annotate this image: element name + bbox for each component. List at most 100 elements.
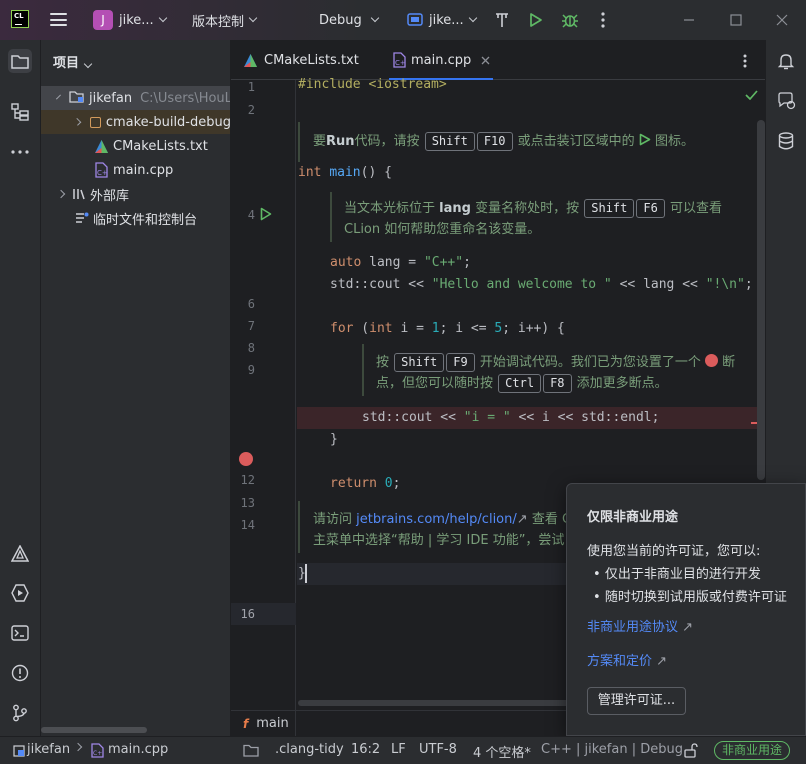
tab-cmakelists[interactable]: CMakeLists.txt <box>243 40 373 80</box>
status-cursor-position[interactable]: 16:2 <box>351 742 380 757</box>
plans-pricing-link[interactable]: 方案和定价 ↗ <box>587 650 667 669</box>
tree-item-cmakelists[interactable]: CMakeLists.txt <box>41 134 230 158</box>
services-tool-button[interactable] <box>8 581 32 605</box>
popup-bullet-text: 随时切换到试用版或付费许可证 <box>604 590 787 605</box>
terminal-tool-button[interactable] <box>8 621 32 645</box>
line-number: 8 <box>247 341 255 355</box>
expand-arrow-icon[interactable] <box>56 189 66 199</box>
build-hammer-icon[interactable] <box>494 12 510 28</box>
vertical-scrollbar[interactable] <box>757 120 765 480</box>
tree-item-external-libs[interactable]: 外部库 <box>41 182 230 206</box>
manage-license-button[interactable]: 管理许可证... <box>587 687 686 715</box>
main-menu-icon[interactable] <box>50 13 67 26</box>
code-line-cout-hello[interactable]: std::cout << "Hello and welcome to " << … <box>330 277 753 292</box>
folder-icon <box>11 54 29 69</box>
tip-text: 添加更多断点。 <box>576 376 668 391</box>
expand-arrow-icon[interactable] <box>73 118 82 126</box>
status-context[interactable]: C++ | jikefan | Debug <box>541 742 683 757</box>
tree-item-cmake-build-debug[interactable]: cmake-build-debug <box>41 110 230 134</box>
cmake-tool-button[interactable] <box>8 542 32 566</box>
line-number: 1 <box>247 80 255 94</box>
noncommercial-agreement-link[interactable]: 非商业用途协议 ↗ <box>587 616 693 635</box>
code-line-for[interactable]: for (int i = 1; i <= 5; i++) { <box>330 321 565 336</box>
code-token: ( <box>353 321 370 336</box>
vcs-tool-button[interactable] <box>8 701 32 725</box>
more-tools-button[interactable] <box>8 140 32 164</box>
tree-item-label: 临时文件和控制台 <box>93 212 198 228</box>
kbd-key: F8 <box>543 374 572 393</box>
kbd-key: Shift <box>424 132 475 151</box>
popup-bullet: • 随时切换到试用版或付费许可证 <box>593 590 787 605</box>
vcs-menu[interactable]: 版本控制 <box>192 0 258 40</box>
license-status-badge[interactable]: 非商业用途 <box>714 741 791 760</box>
project-panel-header[interactable]: 项目 <box>53 52 93 71</box>
tip-text: 请访问 <box>313 512 353 527</box>
kbd-key: Shift <box>584 199 635 218</box>
editor-horizontal-scrollbar[interactable] <box>298 700 578 706</box>
status-indent[interactable]: 4 个空格* <box>473 742 531 761</box>
tab-actions-icon[interactable] <box>743 54 747 68</box>
terminal-icon <box>11 625 29 641</box>
git-branch-icon <box>13 704 27 722</box>
tip-text: 或点击装订区域中的 <box>517 134 635 149</box>
svg-text:C+: C+ <box>395 59 406 67</box>
tree-item-scratches[interactable]: 临时文件和控制台 <box>41 206 230 230</box>
structure-icon <box>11 103 29 121</box>
tab-main-cpp[interactable]: C+ main.cpp <box>389 40 493 80</box>
no-problems-check-icon[interactable] <box>745 90 758 100</box>
horizontal-scrollbar[interactable] <box>41 727 147 733</box>
status-clang-tidy[interactable]: .clang-tidy <box>275 742 344 757</box>
code-token: return <box>330 476 377 491</box>
editor-gutter[interactable]: 1 2 4 6 7 8 9 12 13 14 16 <box>231 80 296 736</box>
folder-icon[interactable] <box>243 744 259 757</box>
project-selector[interactable]: jike... <box>119 0 167 40</box>
code-token: main <box>329 165 361 180</box>
chevron-right-icon <box>73 742 83 752</box>
status-line-ending[interactable]: LF <box>391 742 406 757</box>
svg-text:C+: C+ <box>97 169 108 177</box>
scratches-icon <box>76 212 89 223</box>
code-line-return[interactable]: return 0; <box>330 476 400 491</box>
code-line-lang[interactable]: auto lang = "C++"; <box>330 255 471 270</box>
tab-label: main.cpp <box>411 52 472 68</box>
status-crumb-project[interactable]: jikefan <box>27 742 70 757</box>
ai-assistant-icon[interactable] <box>777 92 797 110</box>
status-crumb-file[interactable]: main.cpp <box>108 742 168 757</box>
code-line-close-for[interactable]: } <box>330 432 338 447</box>
project-badge[interactable]: J <box>93 10 113 30</box>
unlock-icon[interactable] <box>684 743 698 758</box>
help-link[interactable]: jetbrains.com/help/clion/ <box>356 512 517 527</box>
tree-item-label: main.cpp <box>113 162 174 178</box>
tree-item-main-cpp[interactable]: C+ main.cpp <box>41 158 230 182</box>
run-icon[interactable] <box>529 12 543 28</box>
run-config-selector[interactable]: Debug <box>319 0 380 40</box>
structure-tool-button[interactable] <box>8 100 32 124</box>
status-encoding[interactable]: UTF-8 <box>419 742 457 757</box>
target-selector[interactable]: jike... <box>407 0 477 40</box>
debug-bug-icon[interactable] <box>561 11 579 29</box>
close-tab-icon[interactable] <box>481 56 490 65</box>
kbd-key: F10 <box>476 132 513 151</box>
target-label: jike... <box>429 12 464 28</box>
breadcrumb-function[interactable]: main <box>256 716 288 731</box>
external-link-icon: ↗ <box>516 512 528 527</box>
code-line-main[interactable]: int main() { <box>298 165 392 180</box>
tip-text: Run <box>326 134 355 149</box>
tip-run: 要Run代码，请按 Shift F10 或点击装订区域中的 图标。 <box>313 131 694 152</box>
notifications-bell-icon[interactable] <box>777 52 795 70</box>
project-tool-button[interactable] <box>8 49 32 73</box>
expand-arrow-icon[interactable] <box>56 94 61 99</box>
project-panel-title: 项目 <box>53 56 80 71</box>
tree-item-project-root[interactable]: jikefan C:\Users\HouLe <box>41 86 230 110</box>
maximize-icon[interactable] <box>729 13 743 27</box>
database-icon[interactable] <box>778 132 794 150</box>
minimize-icon[interactable] <box>682 13 696 27</box>
gutter-run-icon[interactable] <box>260 207 272 221</box>
run-icon <box>639 133 651 146</box>
problems-tool-button[interactable] <box>8 661 32 685</box>
close-window-icon[interactable] <box>775 13 789 27</box>
breakpoint-icon[interactable] <box>239 452 253 466</box>
code-line-include[interactable]: #include <iostream> <box>298 77 447 91</box>
more-actions-icon[interactable] <box>601 12 605 28</box>
code-line-cout-i[interactable]: std::cout << "i = " << i << std::endl; <box>362 410 659 425</box>
